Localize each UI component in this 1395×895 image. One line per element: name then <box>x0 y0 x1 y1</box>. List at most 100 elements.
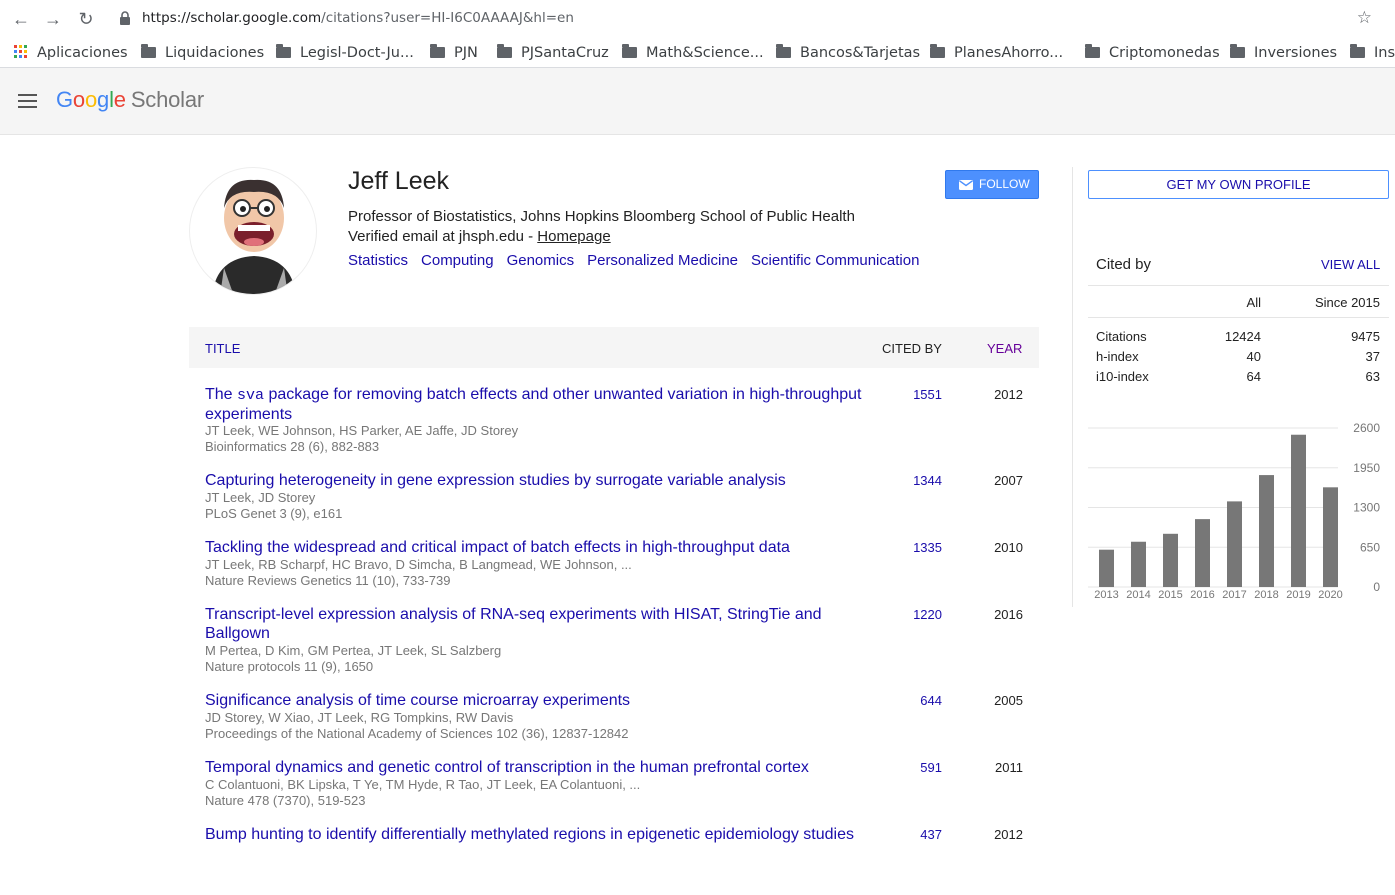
paper-year: 2012 <box>994 387 1023 402</box>
cited-by-count-link[interactable]: 591 <box>920 760 942 775</box>
chart-x-tick-label: 2019 <box>1286 589 1310 601</box>
paper-title-link[interactable]: Significance analysis of time course mic… <box>205 691 875 710</box>
paper-authors: JT Leek, WE Johnson, HS Parker, AE Jaffe… <box>205 423 519 438</box>
stats-label: Citations <box>1096 329 1147 344</box>
paper-authors: JT Leek, JD Storey <box>205 490 316 505</box>
paper-year: 2010 <box>994 540 1023 555</box>
back-arrow-icon[interactable]: ← <box>11 9 31 29</box>
chart-y-tick-label: 2600 <box>1353 421 1380 435</box>
chart-x-tick-label: 2018 <box>1254 589 1278 601</box>
table-row: Significance analysis of time course mic… <box>189 691 1039 761</box>
cited-by-count-link[interactable]: 644 <box>920 693 942 708</box>
cited-by-count-link[interactable]: 1344 <box>913 473 942 488</box>
chart-bar-2020[interactable] <box>1323 487 1338 587</box>
paper-title-link[interactable]: Bump hunting to identify differentially … <box>205 825 875 844</box>
apps-grid-icon <box>14 45 28 59</box>
bookmark-folder[interactable]: Legisl-Doct-Ju... <box>276 43 414 63</box>
paper-title-link[interactable]: Capturing heterogeneity in gene expressi… <box>205 471 875 490</box>
chart-y-tick-label: 0 <box>1373 580 1380 594</box>
interest-link[interactable]: Genomics <box>507 252 575 269</box>
bookmark-folder[interactable]: Inversiones <box>1230 43 1337 63</box>
sort-by-cited[interactable]: CITED BY <box>882 341 942 356</box>
table-row: Capturing heterogeneity in gene expressi… <box>189 471 1039 541</box>
sort-by-year[interactable]: YEAR <box>987 341 1022 356</box>
stats-label: i10-index <box>1096 369 1149 384</box>
interest-link[interactable]: Personalized Medicine <box>587 252 738 269</box>
chart-bar-2016[interactable] <box>1195 519 1210 587</box>
paper-title-text: sva <box>237 387 265 404</box>
paper-year: 2005 <box>994 693 1023 708</box>
cited-by-count-link[interactable]: 1220 <box>913 607 942 622</box>
chart-x-tick-label: 2017 <box>1222 589 1246 601</box>
table-row: Temporal dynamics and genetic control of… <box>189 758 1039 828</box>
chart-bar-2013[interactable] <box>1099 549 1114 587</box>
bookmark-label: PlanesAhorro... <box>954 45 1064 61</box>
paper-venue: Nature Reviews Genetics 11 (10), 733-739 <box>205 573 451 588</box>
paper-authors: M Pertea, D Kim, GM Pertea, JT Leek, SL … <box>205 643 502 658</box>
table-row: Bump hunting to identify differentially … <box>189 825 1039 895</box>
chart-bar-2018[interactable] <box>1259 475 1274 587</box>
bookmark-label: Legisl-Doct-Ju... <box>300 45 414 61</box>
citations-per-year-chart: 2600 1950 1300 650 0 2013 2014 2015 2016 2017 2018… <box>1088 421 1380 601</box>
chart-bar-2015[interactable] <box>1163 533 1178 587</box>
bookmark-folder[interactable]: Liquidaciones <box>141 43 264 63</box>
menu-icon[interactable] <box>18 94 37 108</box>
bookmark-folder[interactable]: Math&Science... <box>622 43 764 63</box>
bookmark-folder[interactable]: Inst <box>1350 43 1395 63</box>
chart-x-tick-label: 2014 <box>1126 589 1150 601</box>
stats-label: h-index <box>1096 349 1139 364</box>
scholar-header: Google Scholar <box>0 68 1395 135</box>
interest-link[interactable]: Statistics <box>348 252 408 269</box>
forward-arrow-icon[interactable]: → <box>43 9 63 29</box>
bookmark-star-icon[interactable]: ☆ <box>1357 8 1372 28</box>
bookmark-folder[interactable]: Bancos&Tarjetas <box>776 43 920 63</box>
interest-link[interactable]: Computing <box>421 252 494 269</box>
bookmark-folder[interactable]: PlanesAhorro... <box>930 43 1063 63</box>
bookmark-label: Aplicaciones <box>37 45 128 61</box>
bookmark-label: PJSantaCruz <box>521 45 609 61</box>
chart-bar-2017[interactable] <box>1227 501 1242 587</box>
cited-by-count-link[interactable]: 1551 <box>913 387 942 402</box>
paper-venue: Nature 478 (7370), 519-523 <box>205 793 366 808</box>
stats-row: i10-index 64 63 <box>1088 369 1389 389</box>
chart-bar-2014[interactable] <box>1131 541 1146 587</box>
scholar-wordmark: Scholar <box>130 87 205 112</box>
folder-icon <box>1230 44 1245 58</box>
get-my-own-profile-button[interactable]: GET MY OWN PROFILE <box>1088 170 1389 199</box>
stats-since-value: 37 <box>1365 349 1380 364</box>
paper-venue: PLoS Genet 3 (9), e161 <box>205 506 343 521</box>
follow-label: FOLLOW <box>979 177 1030 191</box>
address-bar[interactable]: https://scholar.google.com/citations?use… <box>110 5 1390 33</box>
bookmark-folder[interactable]: PJSantaCruz <box>497 43 609 63</box>
stats-header-row: All Since 2015 <box>1088 285 1389 318</box>
paper-year: 2011 <box>995 760 1023 775</box>
email-text: Verified email at jhsph.edu - <box>348 228 538 245</box>
homepage-link[interactable]: Homepage <box>537 228 610 245</box>
chart-bar-2019[interactable] <box>1291 434 1306 587</box>
bookmark-apps[interactable]: Aplicaciones <box>14 43 128 63</box>
folder-icon <box>141 44 156 58</box>
avatar <box>189 167 317 295</box>
paper-title-link[interactable]: Transcript-level expression analysis of … <box>205 605 875 643</box>
follow-button[interactable]: FOLLOW <box>945 170 1039 199</box>
bookmark-label: Liquidaciones <box>165 45 265 61</box>
reload-icon[interactable]: ↻ <box>76 9 96 29</box>
cited-by-count-link[interactable]: 1335 <box>913 540 942 555</box>
chart-y-tick-label: 650 <box>1360 540 1380 554</box>
paper-authors: JT Leek, RB Scharpf, HC Bravo, D Simcha,… <box>205 557 632 572</box>
google-scholar-logo[interactable]: Google Scholar <box>56 87 204 113</box>
interest-link[interactable]: Scientific Communication <box>751 252 919 269</box>
bookmark-folder[interactable]: Criptomonedas <box>1085 43 1220 63</box>
sort-by-title[interactable]: TITLE <box>205 341 240 356</box>
google-wordmark: Google <box>56 87 126 112</box>
folder-icon <box>930 44 945 58</box>
bookmark-folder[interactable]: PJN <box>430 43 478 63</box>
table-row: The sva package for removing batch effec… <box>189 385 1039 455</box>
paper-title-link[interactable]: Tackling the widespread and critical imp… <box>205 538 875 557</box>
stats-all-value: 12424 <box>1224 329 1261 344</box>
paper-title-link[interactable]: The sva package for removing batch effec… <box>205 385 875 424</box>
view-all-link[interactable]: VIEW ALL <box>1321 257 1380 272</box>
browser-toolbar: ← → ↻ https://scholar.google.com/citatio… <box>0 0 1395 38</box>
profile-affiliation: Professor of Biostatistics, Johns Hopkin… <box>348 208 855 225</box>
paper-title-link[interactable]: Temporal dynamics and genetic control of… <box>205 758 875 777</box>
